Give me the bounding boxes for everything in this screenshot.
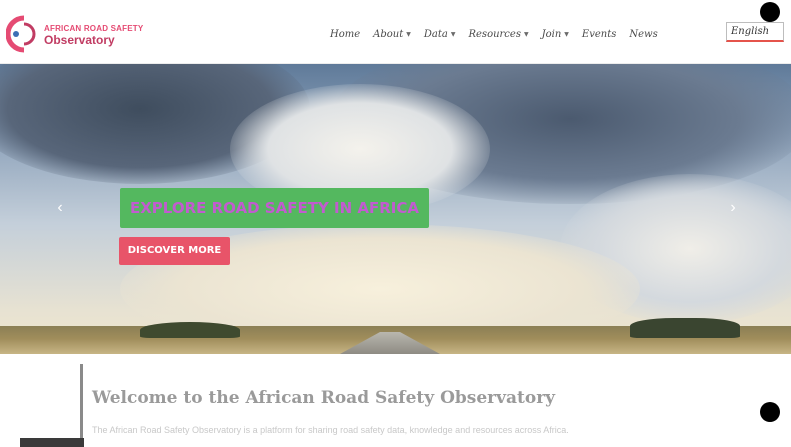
page: AFRICAN ROAD SAFETY Observatory Home Abo… xyxy=(0,0,791,447)
nav-item-label: News xyxy=(629,28,658,40)
bottom-tab xyxy=(20,438,84,447)
site-logo[interactable]: AFRICAN ROAD SAFETY Observatory xyxy=(6,14,143,54)
hero-trees xyxy=(630,318,740,338)
logo-name: Observatory xyxy=(44,33,115,47)
site-header: AFRICAN ROAD SAFETY Observatory Home Abo… xyxy=(0,0,791,64)
carousel-next-icon[interactable]: › xyxy=(725,200,741,216)
nav-item-label: Data xyxy=(423,28,448,40)
nav-item-label: Resources xyxy=(468,28,521,40)
chevron-down-icon: ▼ xyxy=(450,30,456,38)
hero-carousel: ‹ › EXPLORE ROAD SAFETY IN AFRICA DISCOV… xyxy=(0,64,791,354)
nav-item-home[interactable]: Home xyxy=(330,29,360,40)
nav-item-join[interactable]: Join ▼ xyxy=(542,29,569,40)
language-select[interactable]: English xyxy=(726,22,784,42)
cursor-marker xyxy=(760,402,780,422)
chevron-down-icon: ▼ xyxy=(564,30,569,38)
logo-icon xyxy=(6,15,36,53)
nav-item-label: Events xyxy=(581,28,617,40)
hero-trees xyxy=(140,322,240,338)
nav-item-label: About xyxy=(373,28,404,40)
welcome-text: The African Road Safety Observatory is a… xyxy=(92,425,569,435)
cursor-marker xyxy=(760,2,780,22)
nav-item-news[interactable]: News xyxy=(629,29,657,40)
nav-item-about[interactable]: About ▼ xyxy=(373,29,411,40)
logo-tagline: AFRICAN ROAD SAFETY xyxy=(44,24,144,33)
main-nav: Home About ▼ Data ▼ Resources ▼ Join ▼ E… xyxy=(330,24,671,44)
nav-item-events[interactable]: Events xyxy=(582,29,616,40)
nav-item-label: Home xyxy=(330,28,361,40)
nav-item-label: Join xyxy=(541,28,562,40)
welcome-accent-bar xyxy=(80,364,83,440)
chevron-down-icon: ▼ xyxy=(406,30,411,38)
nav-item-resources[interactable]: Resources ▼ xyxy=(468,29,528,40)
nav-item-data[interactable]: Data ▼ xyxy=(424,29,456,40)
discover-more-button[interactable]: DISCOVER MORE xyxy=(119,237,230,265)
carousel-prev-icon[interactable]: ‹ xyxy=(52,200,68,216)
welcome-title: Welcome to the African Road Safety Obser… xyxy=(92,388,556,408)
hero-title: EXPLORE ROAD SAFETY IN AFRICA xyxy=(120,188,429,228)
chevron-down-icon: ▼ xyxy=(523,30,529,38)
